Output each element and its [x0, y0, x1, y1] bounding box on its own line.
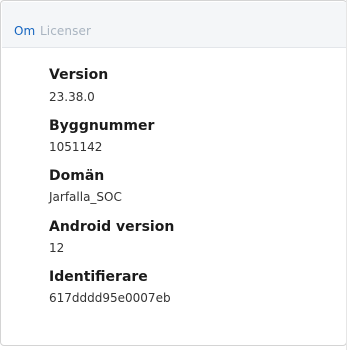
tab-about[interactable]: Om: [14, 24, 35, 38]
domain-value: Jarfalla_SOC: [49, 190, 122, 204]
about-dialog: Om Licenser Version 23.38.0 Byggnummer 1…: [0, 0, 347, 346]
identifier-label: Identifierare: [49, 269, 148, 285]
tab-bar: Om Licenser: [2, 2, 347, 48]
identifier-value: 617dddd95e0007eb: [49, 291, 171, 305]
android-version-value: 12: [49, 241, 65, 255]
domain-label: Domän: [49, 168, 105, 184]
build-number-label: Byggnummer: [49, 118, 155, 134]
tab-licenses[interactable]: Licenser: [40, 24, 91, 38]
android-version-label: Android version: [49, 219, 175, 235]
scrollbar[interactable]: [346, 0, 356, 350]
build-number-value: 1051142: [49, 140, 103, 154]
version-value: 23.38.0: [49, 90, 95, 104]
version-label: Version: [49, 67, 109, 83]
